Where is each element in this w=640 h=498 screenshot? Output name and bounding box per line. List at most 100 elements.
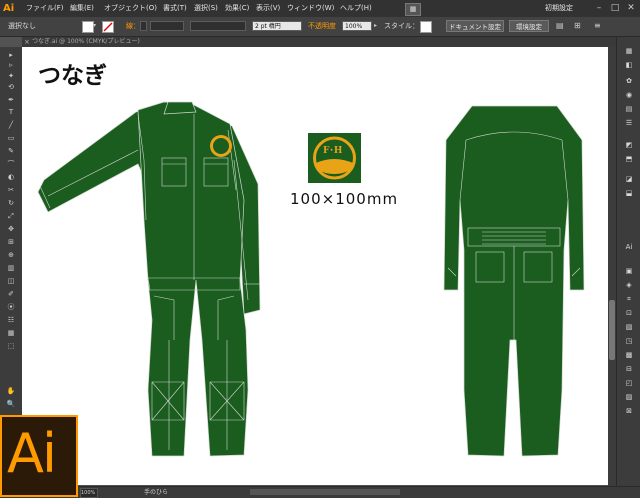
stroke-weight-field[interactable] (150, 21, 184, 31)
menu-effect[interactable]: 効果(C) (225, 3, 249, 14)
artboard-tool-icon[interactable]: ⬚ (6, 342, 16, 350)
document-info-panel-icon[interactable]: ⊠ (624, 407, 634, 415)
coverall-back-illustration[interactable] (442, 100, 587, 460)
scrollbar-thumb[interactable] (609, 300, 615, 360)
status-bar: 100% 手のひら (0, 486, 640, 498)
menu-view[interactable]: 表示(V) (256, 3, 280, 14)
logo-size-label: 100×100mm (290, 190, 399, 208)
minimize-icon[interactable]: – (594, 3, 604, 13)
panel-menu-icon[interactable]: ≡ (594, 20, 606, 32)
variable-width-field[interactable] (190, 21, 246, 31)
free-transform-tool-icon[interactable]: ✥ (6, 225, 16, 233)
vertical-scrollbar[interactable] (608, 47, 616, 487)
shape-builder-tool-icon[interactable]: ⊞ (6, 238, 16, 246)
blend-tool-icon[interactable]: ⦿ (6, 303, 16, 311)
document-tab-bar: × つなぎ.ai @ 100% (CMYK/プレビュー) (22, 37, 616, 47)
horizontal-scrollbar[interactable] (250, 489, 400, 495)
symbol-sprayer-tool-icon[interactable]: ☷ (6, 316, 16, 324)
menu-bar: Ai ファイル(F) 編集(E) オブジェクト(O) 書式(T) 選択(S) 効… (0, 0, 640, 17)
paintbrush-tool-icon[interactable]: ✎ (6, 147, 16, 155)
logo-sample[interactable]: F･H (308, 133, 361, 183)
rectangle-tool-icon[interactable]: ▭ (6, 134, 16, 142)
graphic-style-swatch[interactable] (420, 21, 432, 33)
logo-emblem-icon (313, 136, 356, 180)
arrange-docs-icon[interactable]: ▦ (405, 3, 421, 16)
menu-window[interactable]: ウィンドウ(W) (287, 3, 334, 14)
menu-select[interactable]: 選択(S) (194, 3, 218, 14)
close-tab-icon[interactable]: × (24, 37, 30, 47)
actions-panel-icon[interactable]: ◰ (624, 379, 634, 387)
eyedropper-tool-icon[interactable]: ✐ (6, 290, 16, 298)
coverall-front-illustration[interactable] (34, 100, 274, 460)
symbols-panel-icon[interactable]: ▤ (624, 105, 634, 113)
hand-tool-icon[interactable]: ✋ (6, 387, 16, 395)
menu-type[interactable]: 書式(T) (163, 3, 187, 14)
artboard-title: つなぎ (38, 62, 107, 89)
transform-panel-icon[interactable]: ◳ (624, 337, 634, 345)
workspace-switcher[interactable]: 初期設定 (545, 3, 573, 14)
illustrator-badge: Ai (0, 415, 78, 497)
column-graph-tool-icon[interactable]: ▦ (6, 329, 16, 337)
close-window-icon[interactable]: ✕ (626, 3, 636, 13)
stroke-swatch[interactable] (102, 21, 114, 33)
stroke-label[interactable]: 線： (126, 21, 140, 32)
artboard[interactable]: つなぎ F･H 100×100mm (22, 47, 610, 485)
gradient-tool-icon[interactable]: ◫ (6, 277, 16, 285)
layers-panel-icon[interactable]: ▣ (624, 267, 634, 275)
attributes-panel-icon[interactable]: ▨ (624, 393, 634, 401)
stroke-weight-stepper[interactable] (140, 21, 147, 31)
mesh-tool-icon[interactable]: ▥ (6, 264, 16, 272)
transform-icon[interactable]: ⊞ (574, 20, 586, 32)
selection-status: 選択なし (8, 22, 36, 30)
lasso-tool-icon[interactable]: ⟲ (6, 83, 16, 91)
rotate-tool-icon[interactable]: ↻ (6, 199, 16, 207)
pen-tool-icon[interactable]: ✒ (6, 96, 16, 104)
zoom-tool-icon[interactable]: 🔍 (6, 400, 16, 408)
graphic-styles-panel-icon[interactable]: ⬓ (624, 189, 634, 197)
type-tool-icon[interactable]: T (6, 108, 16, 116)
magic-wand-tool-icon[interactable]: ✦ (6, 72, 16, 80)
line-tool-icon[interactable]: ╱ (6, 121, 16, 129)
artboards-panel-icon[interactable]: ◈ (624, 281, 634, 289)
document-setup-button[interactable]: ドキュメント設定 (446, 20, 504, 32)
no-stroke-icon (103, 22, 113, 32)
links-panel-icon[interactable]: ⌗ (624, 295, 634, 303)
character-panel-icon[interactable]: Ai (624, 243, 634, 251)
brush-field[interactable]: 2 pt 楕円 (252, 21, 302, 31)
info-panel-icon[interactable]: ⊟ (624, 365, 634, 373)
chevron-down-icon[interactable]: ▾ (93, 22, 99, 30)
document-tab[interactable]: つなぎ.ai @ 100% (CMYK/プレビュー) (32, 38, 140, 46)
blob-brush-tool-icon[interactable]: ◐ (6, 173, 16, 181)
pencil-tool-icon[interactable]: ⌒ (6, 160, 16, 168)
opacity-label[interactable]: 不透明度 (308, 21, 336, 32)
menu-object[interactable]: オブジェクト(O) (104, 3, 157, 14)
eraser-tool-icon[interactable]: ✂ (6, 186, 16, 194)
selection-tool-icon[interactable]: ▸ (6, 51, 16, 59)
app-logo: Ai (3, 3, 15, 14)
menu-help[interactable]: ヘルプ(H) (340, 3, 372, 14)
align-panel-icon[interactable]: ⊡ (624, 309, 634, 317)
color-panel-icon[interactable]: ▦ (624, 47, 634, 55)
appearance-panel-icon[interactable]: ◪ (624, 175, 634, 183)
menu-edit[interactable]: 編集(E) (70, 3, 94, 14)
transparency-panel-icon[interactable]: ⬒ (624, 155, 634, 163)
swatches-panel-icon[interactable]: ✿ (624, 77, 634, 85)
perspective-grid-tool-icon[interactable]: ⊕ (6, 251, 16, 259)
badge-text: Ai (7, 422, 57, 485)
brushes-panel-icon[interactable]: ◉ (624, 91, 634, 99)
stroke-panel-icon[interactable]: ☰ (624, 119, 634, 127)
scale-tool-icon[interactable]: ⤢ (6, 212, 16, 220)
menu-file[interactable]: ファイル(F) (26, 3, 64, 14)
color-guide-panel-icon[interactable]: ◧ (624, 61, 634, 69)
navigator-panel-icon[interactable]: ▩ (624, 351, 634, 359)
direct-selection-tool-icon[interactable]: ▹ (6, 61, 16, 69)
gradient-panel-icon[interactable]: ◩ (624, 141, 634, 149)
align-icon[interactable]: ▤ (556, 20, 568, 32)
pathfinder-panel-icon[interactable]: ▧ (624, 323, 634, 331)
opacity-chevron-icon[interactable]: ▸ (374, 22, 380, 30)
maximize-icon[interactable]: □ (610, 3, 620, 13)
panel-dock: ▦ ◧ ✿ ◉ ▤ ☰ ◩ ⬒ ◪ ⬓ Ai ▣ ◈ ⌗ ⊡ ▧ ◳ ▩ ⊟ ◰… (616, 37, 640, 490)
logo-text: F･H (323, 146, 343, 156)
preferences-button[interactable]: 環境設定 (509, 20, 549, 32)
opacity-field[interactable]: 100% (342, 21, 372, 31)
